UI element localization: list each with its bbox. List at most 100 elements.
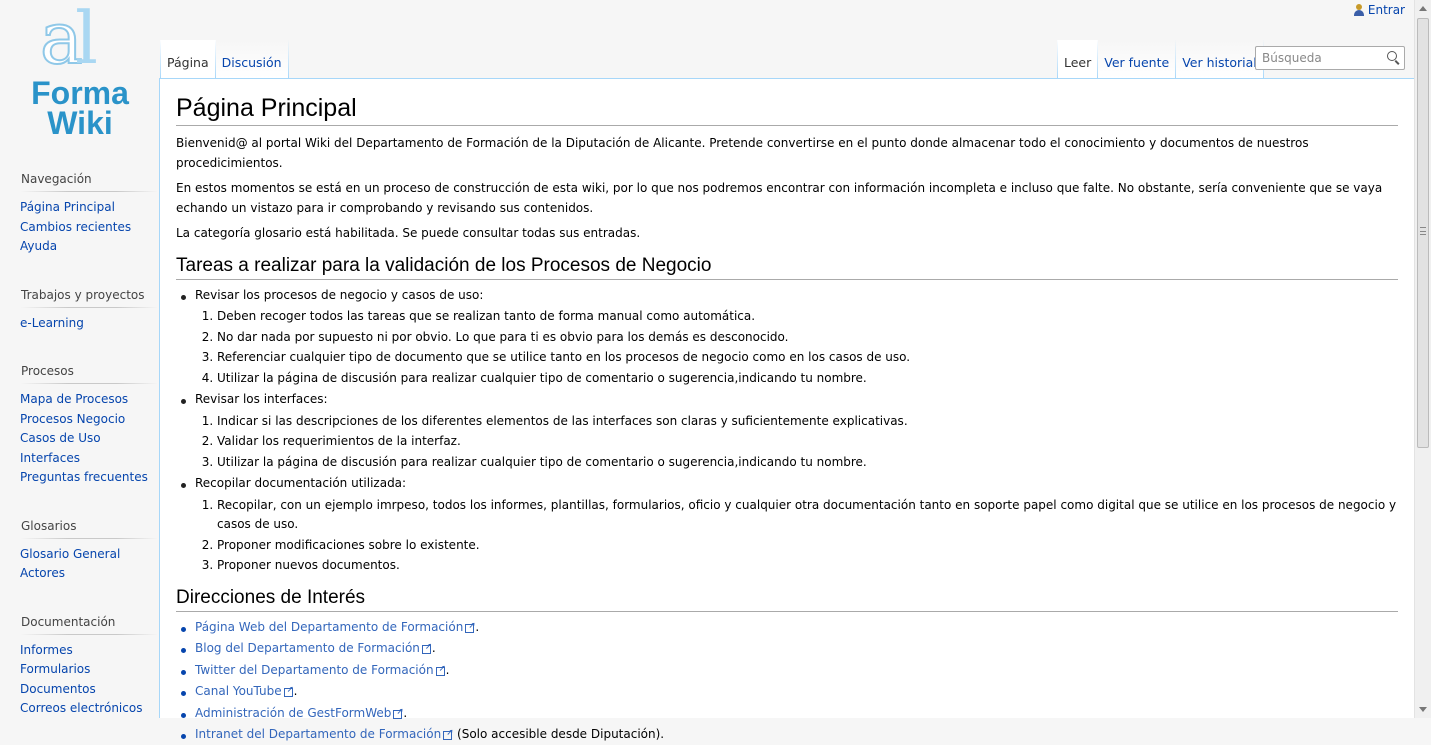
external-link-icon bbox=[421, 638, 432, 658]
links-list: Página Web del Departamento de Formación… bbox=[176, 617, 1398, 745]
logo-text-forma: Forma bbox=[31, 75, 129, 111]
list-item: Página Web del Departamento de Formación… bbox=[181, 617, 1398, 638]
tab-view-history[interactable]: Ver historial bbox=[1176, 40, 1264, 78]
external-link-icon bbox=[443, 724, 454, 744]
list-item: Validar los requerimientos de la interfa… bbox=[217, 432, 1398, 452]
external-link-icon bbox=[393, 703, 404, 722]
task-steps: Recopilar, con un ejemplo imrpeso, todos… bbox=[195, 496, 1398, 576]
list-item: Canal YouTube. bbox=[181, 681, 1398, 702]
portal-heading: Navegación bbox=[20, 160, 158, 192]
main-content: Página Principal Bienvenid@ al portal Wi… bbox=[159, 78, 1414, 744]
list-item: Proponer nuevos documentos. bbox=[217, 556, 1398, 576]
tab-view-history-label: Ver historial bbox=[1182, 55, 1257, 70]
external-link-twitter[interactable]: Twitter del Departamento de Formación bbox=[195, 663, 434, 677]
scrollbar-thumb[interactable] bbox=[1417, 18, 1429, 448]
external-link-gestformweb[interactable]: Administración de GestFormWeb bbox=[195, 706, 391, 720]
link-suffix: . bbox=[445, 662, 450, 677]
sidebar-item-reports[interactable]: Informes bbox=[20, 643, 73, 657]
sidebar-item-actors[interactable]: Actores bbox=[20, 566, 65, 580]
external-link-intranet[interactable]: Intranet del Departamento de Formación bbox=[195, 727, 441, 741]
list-item: Intranet del Departamento de Formación (… bbox=[181, 724, 1398, 745]
tab-read-label: Leer bbox=[1064, 55, 1092, 70]
link-suffix: (Solo accesible desde Diputación). bbox=[453, 727, 665, 741]
task-label: Revisar los interfaces: bbox=[195, 392, 328, 406]
tab-page[interactable]: Página bbox=[160, 40, 216, 78]
logo-glyph-icon: al bbox=[39, 0, 98, 80]
section-heading-tasks: Tareas a realizar para la validación de … bbox=[176, 254, 1398, 280]
sidebar-item-documents[interactable]: Documentos bbox=[20, 682, 96, 696]
task-label: Revisar los procesos de negocio y casos … bbox=[195, 287, 484, 302]
scroll-up-icon[interactable] bbox=[1419, 6, 1427, 11]
sidebar-item-elearning[interactable]: e-Learning bbox=[20, 316, 84, 330]
external-link-icon bbox=[465, 617, 476, 636]
sidebar: Navegación Página Principal Cambios reci… bbox=[0, 160, 160, 738]
login-link[interactable]: Entrar bbox=[1368, 3, 1405, 17]
portal-heading: Documentación bbox=[20, 603, 158, 635]
external-link-blog[interactable]: Blog del Departamento de Formación bbox=[195, 641, 420, 655]
sidebar-item-emails[interactable]: Correos electrónicos bbox=[20, 701, 142, 715]
link-suffix: . bbox=[403, 705, 408, 720]
list-item: Administración de GestFormWeb. bbox=[181, 703, 1398, 724]
portal-projects: Trabajos y proyectos e-Learning bbox=[20, 276, 158, 334]
portal-processes: Procesos Mapa de Procesos Procesos Negoc… bbox=[20, 352, 158, 488]
sidebar-item-process-map[interactable]: Mapa de Procesos bbox=[20, 392, 128, 406]
sidebar-item-interfaces[interactable]: Interfaces bbox=[20, 451, 80, 465]
list-item: Twitter del Departamento de Formación. bbox=[181, 660, 1398, 681]
list-item: Revisar los interfaces: Indicar si las d… bbox=[181, 390, 1398, 473]
portal-glossaries: Glosarios Glosario General Actores bbox=[20, 507, 158, 584]
sidebar-item-recent-changes[interactable]: Cambios recientes bbox=[20, 220, 131, 234]
namespace-tabs: Página Discusión bbox=[160, 40, 289, 78]
user-icon bbox=[1353, 4, 1364, 16]
external-link-icon bbox=[435, 660, 446, 679]
portal-navigation: Navegación Página Principal Cambios reci… bbox=[20, 160, 158, 257]
list-item: No dar nada por supuesto ni por obvio. L… bbox=[217, 328, 1398, 348]
tab-read[interactable]: Leer bbox=[1057, 40, 1099, 78]
sidebar-item-forms[interactable]: Formularios bbox=[20, 662, 90, 676]
logo-text-wiki: Wiki bbox=[47, 105, 113, 141]
external-link-web[interactable]: Página Web del Departamento de Formación bbox=[195, 620, 463, 634]
personal-tools: Entrar bbox=[1353, 3, 1405, 17]
list-item: Indicar si las descripciones de los dife… bbox=[217, 412, 1398, 432]
grip-icon bbox=[1420, 227, 1426, 235]
tab-discussion[interactable]: Discusión bbox=[215, 40, 289, 78]
intro-paragraph: La categoría glosario está habilitada. S… bbox=[176, 226, 641, 240]
task-steps: Indicar si las descripciones de los dife… bbox=[195, 412, 1398, 473]
sidebar-item-general-glossary[interactable]: Glosario General bbox=[20, 547, 120, 561]
external-link-youtube[interactable]: Canal YouTube bbox=[195, 684, 282, 698]
link-suffix: . bbox=[293, 684, 298, 698]
list-item: Utilizar la página de discusión para rea… bbox=[217, 453, 1398, 473]
intro-paragraph: Bienvenid@ al portal Wiki del Departamen… bbox=[176, 136, 1309, 170]
task-label: Recopilar documentación utilizada: bbox=[195, 476, 407, 490]
portal-documentation: Documentación Informes Formularios Docum… bbox=[20, 603, 158, 719]
link-suffix: . bbox=[475, 619, 480, 634]
tab-view-source[interactable]: Ver fuente bbox=[1098, 40, 1177, 78]
tab-discussion-label: Discusión bbox=[221, 55, 282, 70]
site-logo[interactable]: al Forma Wiki bbox=[10, 1, 150, 148]
sidebar-item-help[interactable]: Ayuda bbox=[20, 239, 57, 253]
list-item: Blog del Departamento de Formación. bbox=[181, 638, 1398, 659]
search-box bbox=[1255, 46, 1405, 70]
view-tabs: Leer Ver fuente Ver historial bbox=[1057, 40, 1264, 78]
vertical-scrollbar[interactable] bbox=[1414, 0, 1431, 718]
tasks-list: Revisar los procesos de negocio y casos … bbox=[176, 286, 1398, 576]
portal-heading: Procesos bbox=[20, 352, 158, 384]
intro-paragraph: En estos momentos se está en un proceso … bbox=[176, 181, 1383, 215]
task-steps: Deben recoger todos las tareas que se re… bbox=[195, 307, 1398, 388]
link-suffix: . bbox=[431, 641, 436, 655]
sidebar-item-business-processes[interactable]: Procesos Negocio bbox=[20, 412, 125, 426]
portal-heading: Glosarios bbox=[20, 507, 158, 539]
sidebar-item-faq[interactable]: Preguntas frecuentes bbox=[20, 470, 148, 484]
search-icon[interactable] bbox=[1387, 51, 1401, 65]
section-heading-links: Direcciones de Interés bbox=[176, 586, 1398, 612]
scroll-down-icon[interactable] bbox=[1419, 707, 1427, 712]
list-item: Proponer modificaciones sobre lo existen… bbox=[217, 536, 1398, 556]
sidebar-item-use-cases[interactable]: Casos de Uso bbox=[20, 431, 101, 445]
external-link-icon bbox=[283, 681, 294, 701]
list-item: Recopilar documentación utilizada: Recop… bbox=[181, 474, 1398, 576]
tab-page-label: Página bbox=[167, 55, 209, 70]
tab-view-source-label: Ver fuente bbox=[1104, 55, 1170, 70]
portal-heading: Trabajos y proyectos bbox=[20, 276, 158, 308]
search-input[interactable] bbox=[1260, 48, 1384, 68]
list-item: Recopilar, con un ejemplo imrpeso, todos… bbox=[217, 496, 1398, 535]
sidebar-item-main-page[interactable]: Página Principal bbox=[20, 200, 115, 214]
